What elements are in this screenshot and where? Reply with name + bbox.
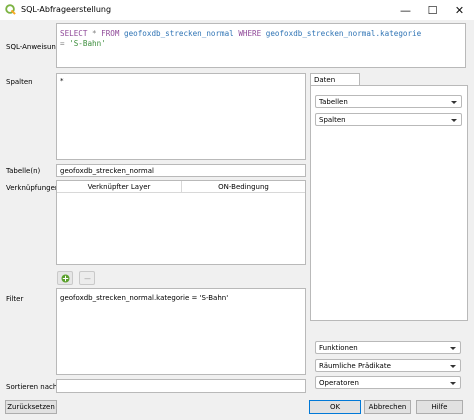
spalten-field[interactable]: *	[56, 73, 306, 160]
operatoren-dropdown[interactable]: Operatoren	[315, 376, 461, 389]
filter-label: Filter	[6, 295, 24, 303]
remove-join-button[interactable]	[79, 271, 95, 285]
sql-keyword-select: SELECT	[60, 29, 88, 38]
sql-star: *	[87, 29, 102, 38]
sql-label: SQL-Anweisung	[6, 43, 61, 51]
help-button[interactable]: Hilfe	[416, 400, 463, 414]
sql-column-name: geofoxdb_strecken_normal.kategorie	[261, 29, 422, 38]
sql-keyword-from: FROM	[101, 29, 120, 38]
sql-table-name: geofoxdb_strecken_normal	[119, 29, 239, 38]
sql-operator: =	[60, 39, 70, 48]
funktionen-dropdown[interactable]: Funktionen	[315, 341, 461, 354]
window-title: SQL-Abfrageerstellung	[21, 5, 112, 14]
tabellen-label: Tabelle(n)	[6, 167, 41, 175]
spalten-label: Spalten	[6, 78, 33, 86]
add-join-button[interactable]	[57, 271, 73, 285]
spalten-dropdown[interactable]: Spalten	[315, 113, 462, 126]
funktionen-dropdown-label: Funktionen	[319, 344, 358, 352]
joins-column-header-on[interactable]: ON-Bedingung	[182, 181, 305, 193]
maximize-icon[interactable]: ☐	[419, 0, 446, 20]
joins-table[interactable]: Verknüpfter Layer ON-Bedingung	[56, 180, 306, 265]
operatoren-dropdown-label: Operatoren	[319, 379, 359, 387]
tabellen-dropdown-label: Tabellen	[319, 98, 348, 106]
spalten-value: *	[60, 77, 64, 85]
tabellen-field[interactable]: geofoxdb_strecken_normal	[56, 164, 306, 177]
tabellen-dropdown[interactable]: Tabellen	[315, 95, 462, 108]
chevron-down-icon	[450, 382, 456, 385]
sql-keyword-where: WHERE	[238, 29, 262, 38]
filter-field[interactable]: geofoxdb_strecken_normal.kategorie = 'S-…	[56, 288, 306, 375]
chevron-down-icon	[451, 101, 457, 104]
cancel-button[interactable]: Abbrechen	[364, 400, 411, 414]
daten-panel: Tabellen Spalten	[310, 85, 468, 321]
chevron-down-icon	[451, 119, 457, 122]
sql-statement-field[interactable]: SELECT * FROM geofoxdb_strecken_normal W…	[56, 23, 466, 68]
ok-button[interactable]: OK	[309, 400, 361, 414]
sortieren-label: Sortieren nach	[6, 383, 58, 391]
chevron-down-icon	[450, 347, 456, 350]
joins-column-header-layer[interactable]: Verknüpfter Layer	[57, 181, 182, 193]
dialog-body: SQL-Anweisung SELECT * FROM geofoxdb_str…	[0, 20, 474, 420]
reset-button[interactable]: Zurücksetzen	[5, 400, 57, 414]
sortieren-field[interactable]	[56, 379, 306, 393]
add-join-icon	[61, 274, 70, 283]
raeumliche-praedikate-dropdown-label: Räumliche Prädikate	[319, 362, 391, 370]
raeumliche-praedikate-dropdown[interactable]: Räumliche Prädikate	[315, 359, 461, 372]
verknuepfungen-label: Verknüpfungen	[6, 184, 60, 192]
close-icon[interactable]: ✕	[446, 0, 473, 20]
chevron-down-icon	[450, 365, 456, 368]
title-bar: SQL-Abfrageerstellung — ☐ ✕	[0, 0, 474, 20]
tabellen-value: geofoxdb_strecken_normal	[60, 167, 154, 175]
sql-text: SELECT * FROM geofoxdb_strecken_normal W…	[60, 29, 421, 49]
qgis-logo-icon	[5, 4, 16, 15]
minimize-icon[interactable]: —	[392, 0, 419, 20]
remove-join-icon	[84, 278, 91, 280]
tab-daten-label: Daten	[314, 76, 336, 84]
sql-string-value: 'S-Bahn'	[69, 39, 106, 48]
spalten-dropdown-label: Spalten	[319, 116, 346, 124]
filter-value: geofoxdb_strecken_normal.kategorie = 'S-…	[60, 294, 229, 302]
